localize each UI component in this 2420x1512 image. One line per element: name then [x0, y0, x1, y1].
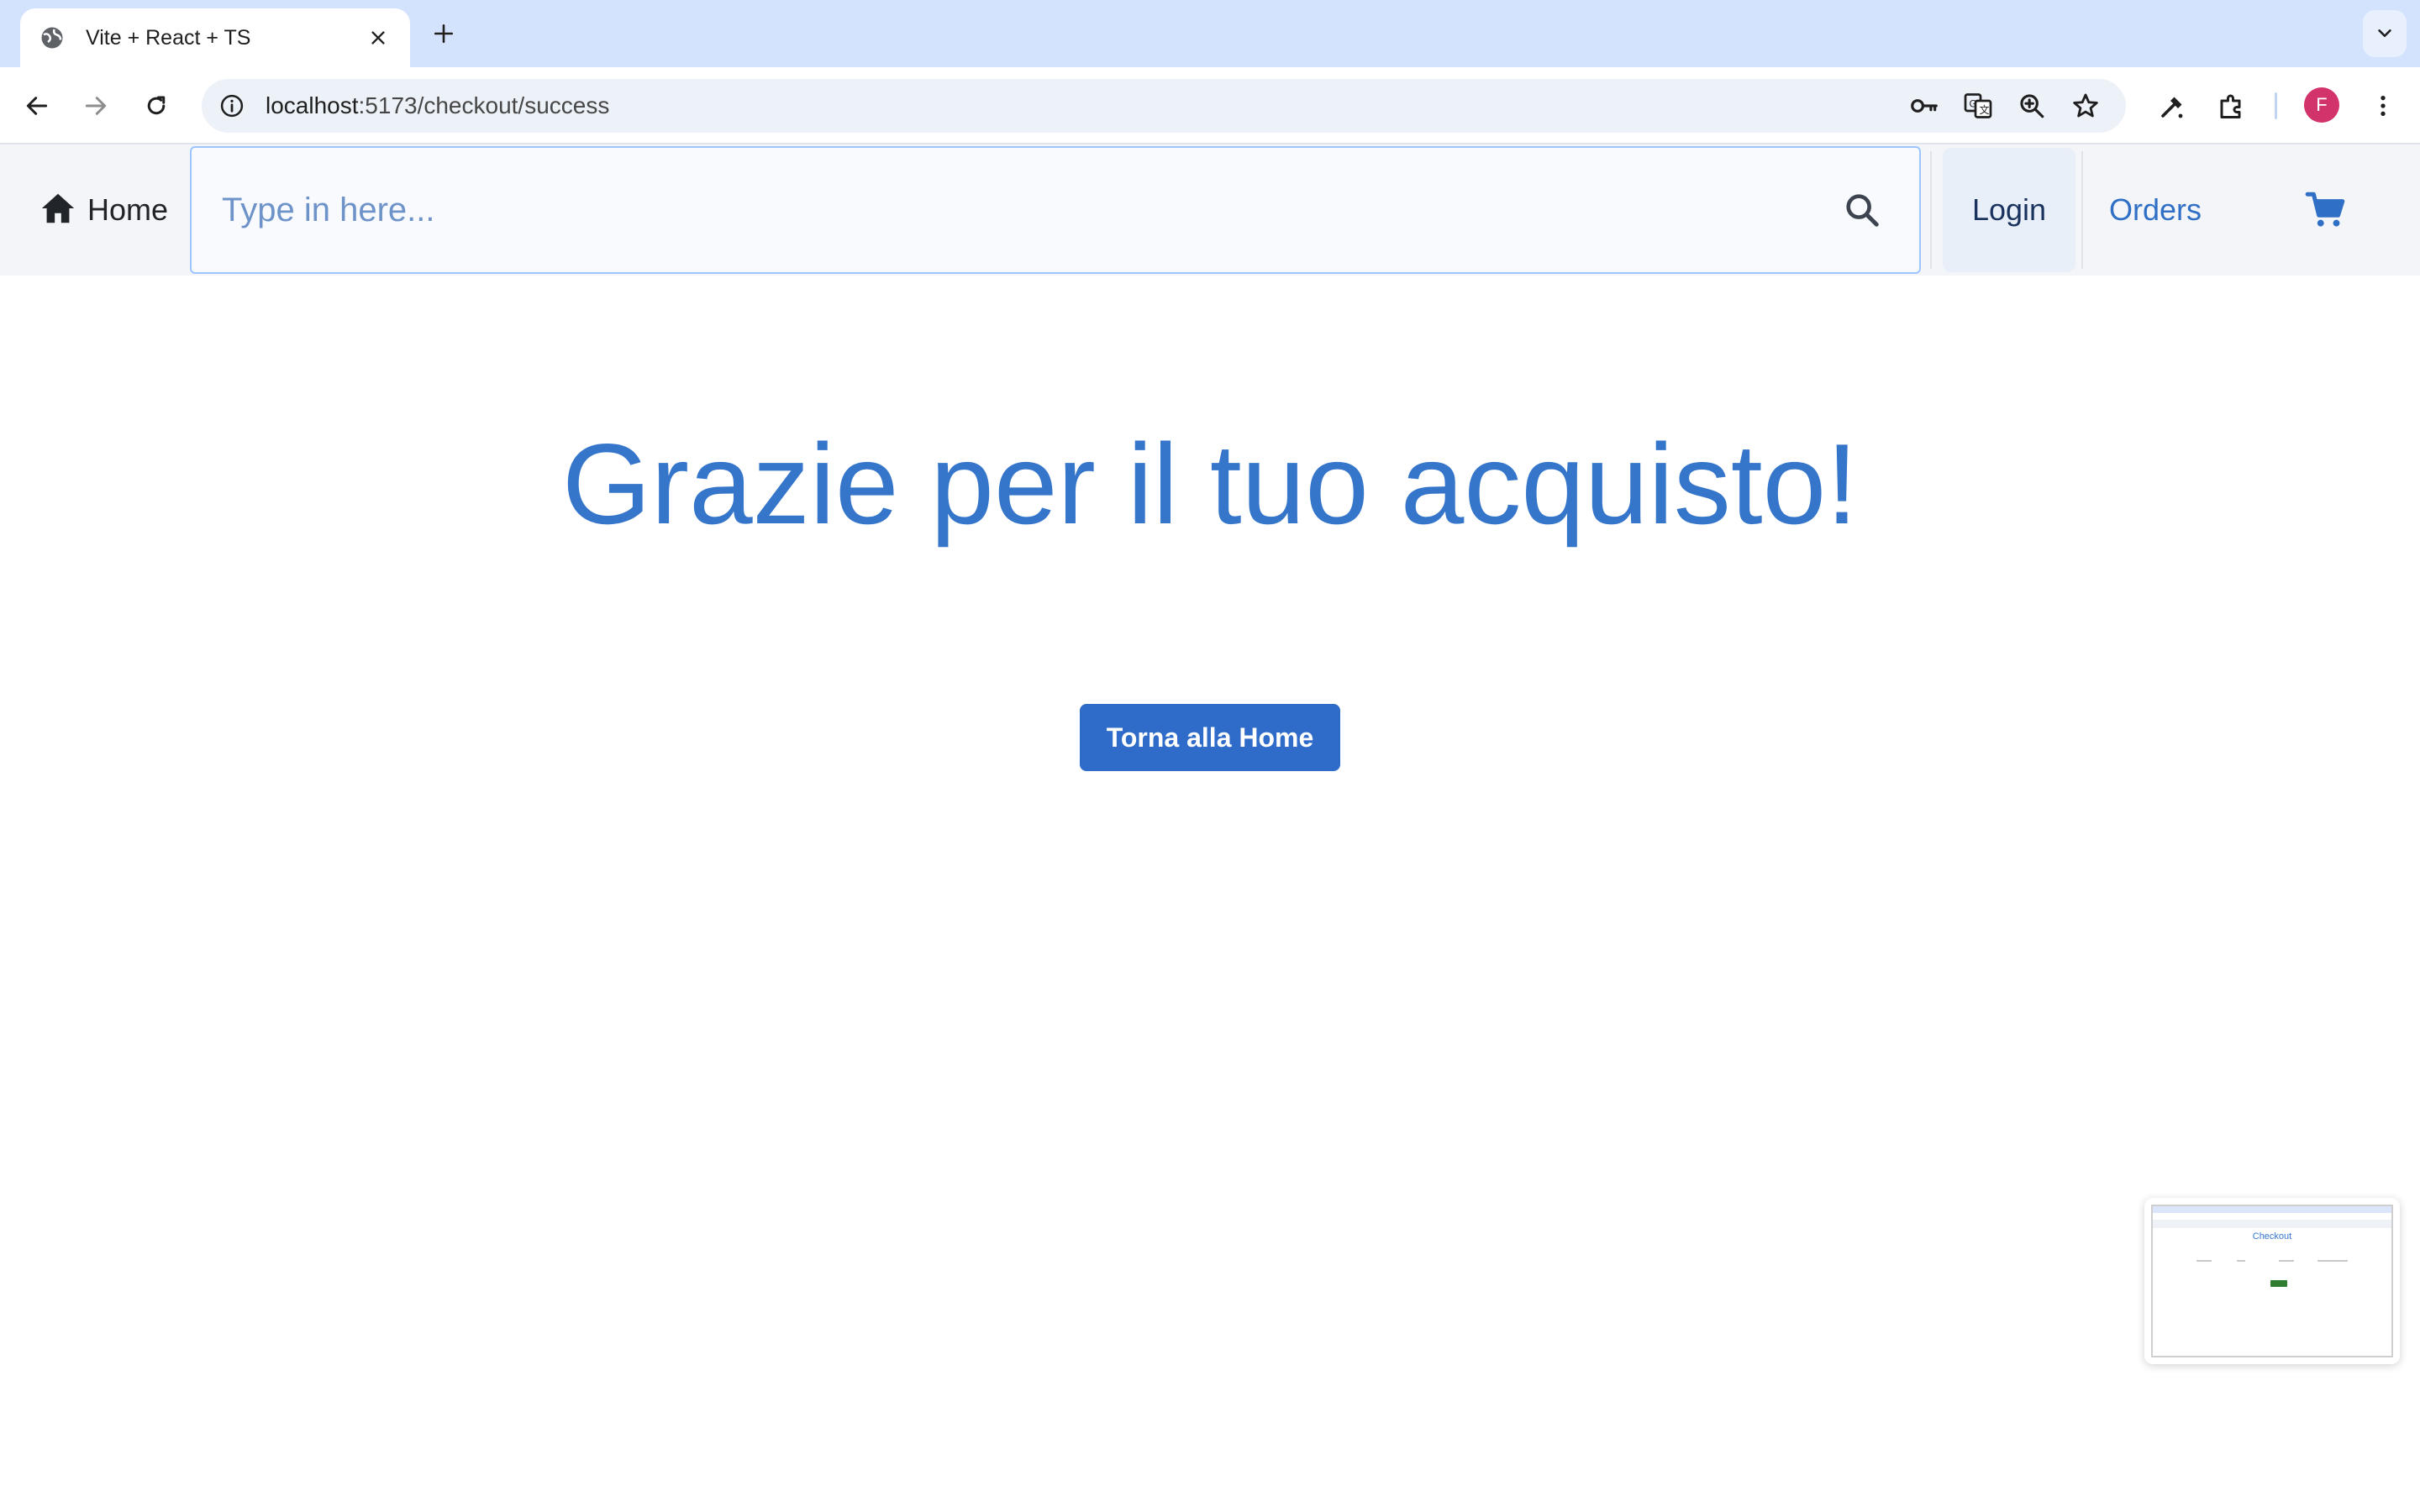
close-icon[interactable]	[363, 23, 393, 53]
browser-tab[interactable]: Vite + React + TS	[20, 8, 410, 67]
main-content: Grazie per il tuo acquisto! Torna alla H…	[0, 276, 2420, 1512]
site-info-icon[interactable]	[215, 89, 249, 123]
tab-preview-thumbnail[interactable]: Checkout	[2144, 1198, 2400, 1364]
profile-avatar[interactable]: F	[2304, 87, 2339, 123]
orders-link[interactable]: Orders	[2109, 190, 2202, 230]
thumbnail-page: Checkout	[2151, 1205, 2393, 1357]
globe-icon	[39, 24, 66, 51]
url-text: localhost:5173/checkout/success	[266, 92, 609, 119]
home-link[interactable]: Home	[39, 190, 168, 230]
thumbnail-line	[2279, 1260, 2294, 1262]
svg-text:文: 文	[1980, 103, 1990, 116]
forward-arrow-icon[interactable]	[76, 86, 116, 126]
translate-icon[interactable]: G文	[1961, 89, 1995, 123]
chevron-down-icon[interactable]	[2363, 10, 2407, 57]
thumbnail-line	[2317, 1260, 2348, 1262]
svg-text:G: G	[1970, 98, 1977, 110]
thumbnail-line	[2237, 1260, 2245, 1262]
url-host: localhost	[266, 92, 359, 118]
home-label: Home	[87, 192, 169, 227]
thumbnail-button	[2270, 1280, 2287, 1287]
thumbnail-navbar	[2153, 1220, 2391, 1228]
login-button[interactable]: Login	[1943, 148, 2075, 272]
back-arrow-icon[interactable]	[17, 86, 57, 126]
address-bar[interactable]: localhost:5173/checkout/success G文	[202, 79, 2126, 133]
thumbnail-title: Checkout	[2252, 1231, 2292, 1242]
bookmark-star-icon[interactable]	[2069, 89, 2102, 123]
cart-icon[interactable]	[2302, 188, 2349, 232]
eyedropper-icon[interactable]	[2153, 86, 2193, 126]
page-title: Grazie per il tuo acquisto!	[561, 420, 1859, 548]
home-icon	[39, 189, 77, 232]
back-home-button[interactable]: Torna alla Home	[1080, 704, 1340, 771]
search-box	[190, 146, 1921, 274]
tab-title: Vite + React + TS	[86, 25, 251, 50]
thumbnail-line	[2196, 1260, 2212, 1262]
zoom-icon[interactable]	[2015, 89, 2049, 123]
toolbar-separator	[2275, 92, 2277, 119]
more-menu-icon[interactable]	[2363, 86, 2403, 126]
nav-divider	[2081, 151, 2083, 269]
new-tab-icon[interactable]	[427, 17, 460, 50]
search-icon[interactable]	[1839, 186, 1886, 234]
url-path: :5173/checkout/success	[358, 92, 610, 118]
thumbnail-tabstrip	[2153, 1206, 2391, 1213]
app-navbar: Home Login Orders	[0, 144, 2420, 276]
extensions-icon[interactable]	[2212, 86, 2252, 126]
browser-tabstrip: Vite + React + TS	[0, 0, 2420, 67]
key-icon[interactable]	[1907, 89, 1941, 123]
search-input[interactable]	[192, 148, 1839, 272]
nav-divider	[1930, 151, 1932, 269]
browser-toolbar: localhost:5173/checkout/success G文	[0, 67, 2420, 144]
reload-icon[interactable]	[136, 86, 176, 126]
